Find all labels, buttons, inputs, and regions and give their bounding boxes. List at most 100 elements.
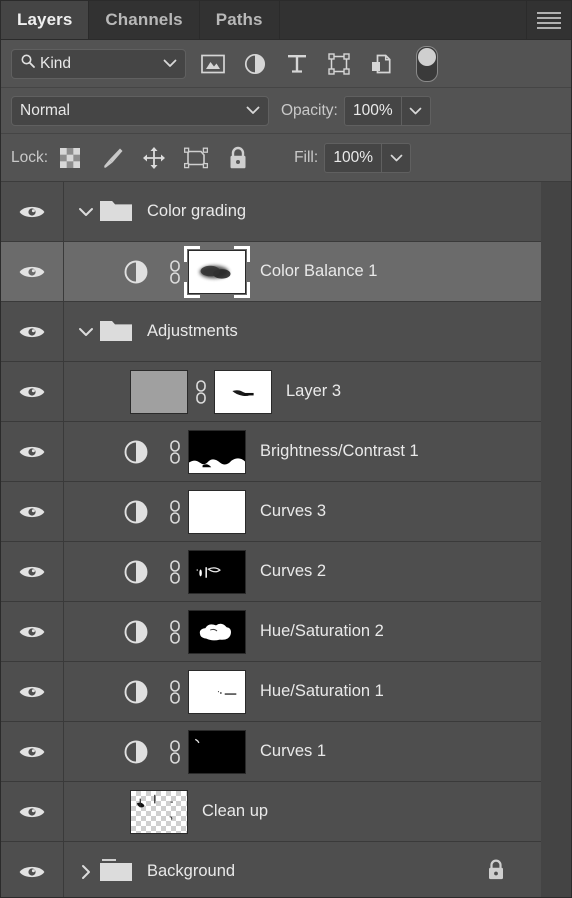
layer-row-layer-3[interactable]: Layer 3 [1, 362, 541, 422]
lock-all-icon[interactable] [226, 146, 250, 170]
tab-layers[interactable]: Layers [1, 1, 90, 39]
layer-row-adjustments[interactable]: Adjustments [1, 302, 541, 362]
eye-icon [19, 566, 45, 577]
fill-value[interactable]: 100% [325, 144, 381, 172]
layer-list-scroll-gutter[interactable] [541, 182, 571, 897]
group-disclosure-chevron-down-icon[interactable] [75, 327, 97, 337]
lock-artboard-nesting-icon[interactable] [184, 146, 209, 170]
adjustment-layer-icon[interactable] [110, 439, 162, 465]
tab-channels[interactable]: Channels [89, 1, 200, 39]
opacity-field[interactable]: 100% [343, 95, 431, 126]
layer-visibility-toggle[interactable] [1, 482, 64, 541]
layer-mask-thumbnail[interactable] [214, 369, 272, 414]
layer-name: Adjustments [147, 322, 238, 340]
layer-mask-thumbnail[interactable] [188, 429, 246, 474]
layer-mask-link-icon[interactable] [162, 499, 188, 525]
blend-mode-select[interactable]: Normal [11, 95, 269, 126]
layer-visibility-toggle[interactable] [1, 422, 64, 481]
layer-name: Hue/Saturation 2 [260, 622, 384, 640]
layer-thumbnail[interactable] [130, 789, 188, 834]
layer-row-curves-3[interactable]: Curves 3 [1, 482, 541, 542]
layer-row-curves-1[interactable]: Curves 1 [1, 722, 541, 782]
mask-preview [215, 370, 271, 413]
group-disclosure-chevron-right-icon[interactable] [75, 864, 97, 880]
layer-name: Clean up [202, 802, 269, 820]
layer-mask-thumbnail[interactable] [188, 489, 246, 534]
layer-row-background[interactable]: Background [1, 842, 541, 897]
fill-field[interactable]: 100% [324, 142, 412, 173]
shape-layer-filter-icon[interactable] [326, 51, 352, 77]
opacity-value[interactable]: 100% [345, 97, 401, 125]
adjustment-layer-icon[interactable] [110, 739, 162, 765]
layer-visibility-toggle[interactable] [1, 722, 64, 781]
layer-row-body[interactable]: Hue/Saturation 2 [64, 602, 541, 661]
adjustment-layer-filter-icon[interactable] [242, 51, 268, 77]
layer-visibility-toggle[interactable] [1, 782, 64, 841]
layer-visibility-toggle[interactable] [1, 182, 64, 241]
layer-thumbnail[interactable] [130, 369, 188, 414]
lock-transparent-pixels-icon[interactable] [58, 146, 82, 170]
layer-row-body[interactable]: Hue/Saturation 1 [64, 662, 541, 721]
adjustment-layer-icon[interactable] [110, 259, 162, 285]
eye-icon [19, 206, 45, 217]
adjustment-layer-icon[interactable] [110, 499, 162, 525]
layer-visibility-toggle[interactable] [1, 302, 64, 361]
layer-mask-link-icon[interactable] [162, 619, 188, 645]
layer-row-clean-up[interactable]: Clean up [1, 782, 541, 842]
lock-label: Lock: [11, 148, 49, 166]
layer-row-brightness-contrast-1[interactable]: Brightness/Contrast 1 [1, 422, 541, 482]
layer-visibility-toggle[interactable] [1, 542, 64, 601]
layer-row-body[interactable]: Background [64, 842, 541, 897]
layer-mask-thumbnail[interactable] [188, 729, 246, 774]
smart-object-filter-icon[interactable] [368, 51, 394, 77]
lock-image-pixels-icon[interactable] [100, 146, 124, 170]
layer-mask-link-icon[interactable] [162, 559, 188, 585]
opacity-stepper-chevron-down-icon[interactable] [400, 96, 430, 125]
layer-mask-thumbnail[interactable] [188, 609, 246, 654]
layer-visibility-toggle[interactable] [1, 362, 64, 421]
filter-toggle-switch[interactable] [416, 45, 438, 82]
layer-row-color-grading[interactable]: Color grading [1, 182, 541, 242]
panel-menu-button[interactable] [527, 1, 571, 39]
layer-mask-link-icon[interactable] [188, 379, 214, 405]
layer-row-body[interactable]: Color Balance 1 [64, 242, 541, 301]
filter-kind-select[interactable]: Kind [11, 48, 186, 79]
layer-visibility-toggle[interactable] [1, 662, 64, 721]
layer-mask-link-icon[interactable] [162, 679, 188, 705]
tab-paths[interactable]: Paths [200, 1, 280, 39]
layer-row-body[interactable]: Color grading [64, 182, 541, 241]
layer-mask-thumbnail[interactable] [184, 245, 250, 298]
fill-stepper-chevron-down-icon[interactable] [381, 143, 410, 172]
layer-row-body[interactable]: Brightness/Contrast 1 [64, 422, 541, 481]
adjustment-layer-icon[interactable] [110, 619, 162, 645]
layer-row-body[interactable]: Curves 1 [64, 722, 541, 781]
tab-channels-label: Channels [105, 10, 183, 29]
layer-row-body[interactable]: Clean up [64, 782, 541, 841]
layer-name: Hue/Saturation 1 [260, 682, 384, 700]
layer-row-body[interactable]: Layer 3 [64, 362, 541, 421]
layer-visibility-toggle[interactable] [1, 602, 64, 661]
layer-mask-thumbnail[interactable] [188, 549, 246, 594]
layer-row-hue-saturation-2[interactable]: Hue/Saturation 2 [1, 602, 541, 662]
adjustment-layer-icon[interactable] [110, 679, 162, 705]
layer-visibility-toggle[interactable] [1, 842, 64, 897]
layer-row-color-balance-1[interactable]: Color Balance 1 [1, 242, 541, 302]
pixel-layer-filter-icon[interactable] [200, 51, 226, 77]
adjustment-layer-icon[interactable] [110, 559, 162, 585]
layer-row-hue-saturation-1[interactable]: Hue/Saturation 1 [1, 662, 541, 722]
eye-icon [19, 866, 45, 877]
layer-row-curves-2[interactable]: Curves 2 [1, 542, 541, 602]
layer-locked-icon[interactable] [487, 858, 505, 885]
layer-mask-link-icon[interactable] [162, 439, 188, 465]
layer-row-body[interactable]: Curves 3 [64, 482, 541, 541]
layer-mask-link-icon[interactable] [162, 739, 188, 765]
layer-visibility-toggle[interactable] [1, 242, 64, 301]
eye-icon [19, 626, 45, 637]
layer-mask-link-icon[interactable] [162, 259, 188, 285]
group-disclosure-chevron-down-icon[interactable] [75, 207, 97, 217]
type-layer-filter-icon[interactable] [284, 51, 310, 77]
layer-mask-thumbnail[interactable] [188, 669, 246, 714]
layer-row-body[interactable]: Adjustments [64, 302, 541, 361]
layer-row-body[interactable]: Curves 2 [64, 542, 541, 601]
lock-position-icon[interactable] [142, 146, 166, 170]
